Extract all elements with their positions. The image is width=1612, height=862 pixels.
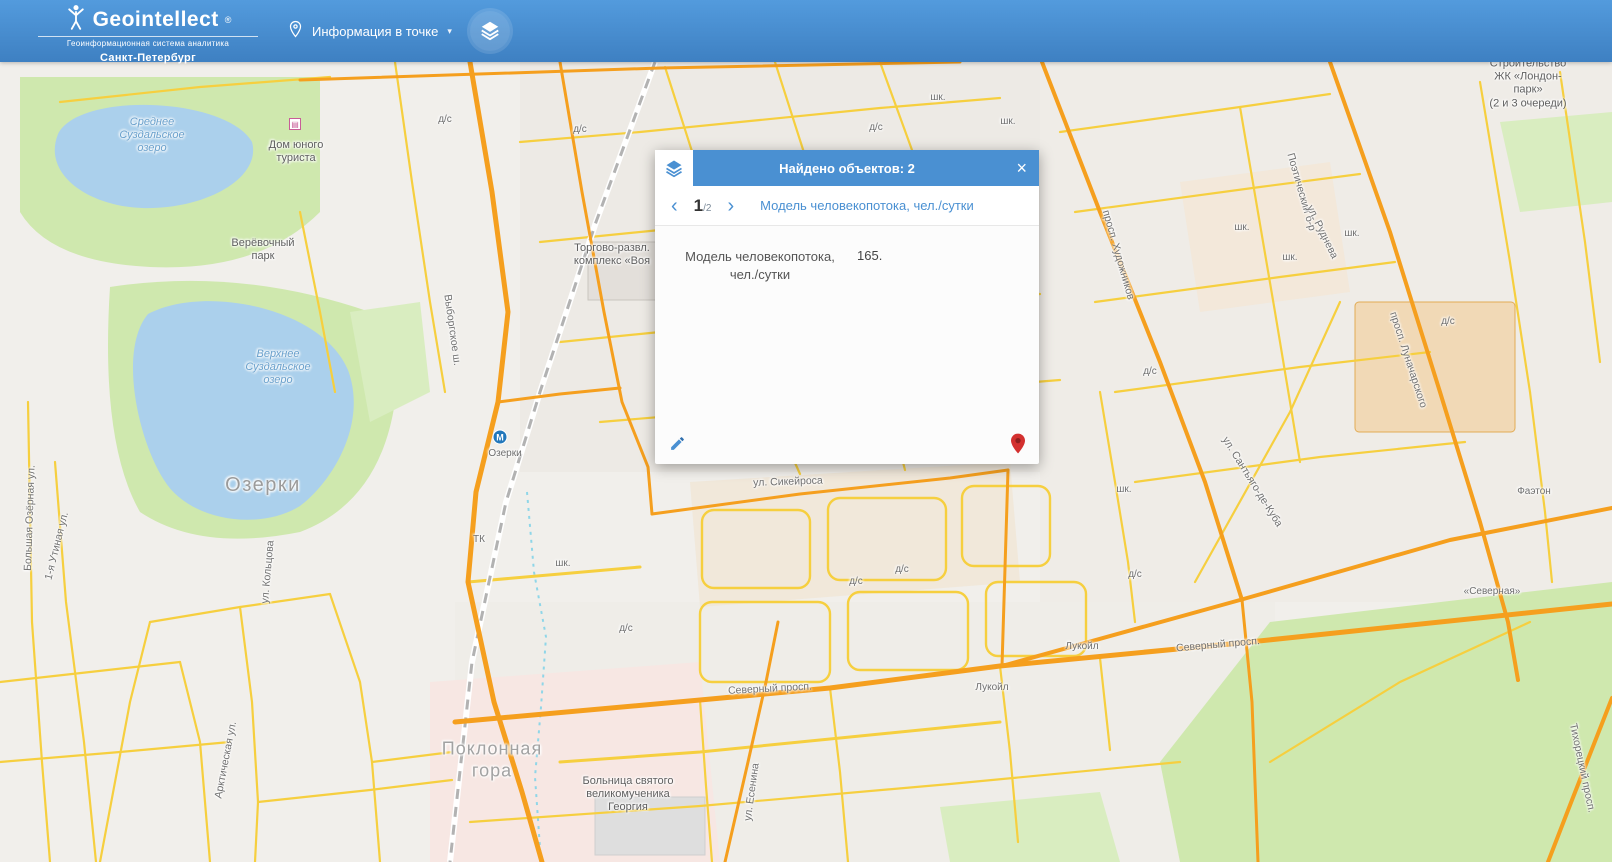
map-label: Северный просп. — [1176, 635, 1261, 655]
map-label: Озерки — [488, 448, 521, 460]
pencil-icon — [669, 435, 686, 455]
map-label: д/с — [619, 623, 633, 635]
marker-icon — [1011, 433, 1025, 457]
map-label: ул. Сикейроса — [753, 474, 823, 489]
map-label: Лукойл — [975, 682, 1008, 694]
tool-label: Информация в точке — [312, 24, 438, 39]
popup-pagination: ‹ 1/2 › Модель человекопотока, чел./сутк… — [655, 186, 1039, 226]
geointellect-app: Geointellect ® Геоинформационная система… — [0, 0, 1612, 862]
point-info-tool[interactable]: Информация в точке ▾ — [288, 0, 452, 62]
map-label: Выборгское ш. — [441, 294, 463, 367]
map-label: Строительство ЖК «Лондон-парк» (2 и 3 оч… — [1486, 62, 1570, 110]
map-label: Фаэтон — [1517, 486, 1551, 498]
popup-title: Найдено объектов: 2 — [655, 150, 1039, 186]
map-label: д/с — [438, 114, 452, 126]
map-label: ул. Сантьяго-де-Куба — [1219, 435, 1285, 530]
logo-text: Geointellect — [93, 8, 219, 32]
map-label: шк. — [555, 558, 570, 570]
map-label: д/с — [1143, 366, 1157, 378]
map-label: Тихорецкий просп. — [1566, 722, 1597, 814]
map-label: Лукойл — [1065, 641, 1098, 653]
map-label: Поклонная гора — [442, 738, 542, 781]
page-indicator: 1/2 — [694, 196, 712, 216]
map-label: Озерки — [225, 473, 301, 497]
map-label: д/с — [849, 576, 863, 588]
attribute-row: Модель человекопотока, чел./сутки 165. — [685, 248, 1009, 283]
map-label: ул. Руднева — [1304, 203, 1341, 261]
popup-titlebar: Найдено объектов: 2 × — [655, 150, 1039, 186]
layers-icon — [479, 19, 501, 44]
map-label: Торгово-развл. комплекс «Воя — [574, 242, 650, 268]
popup-body: Модель человекопотока, чел./сутки 165. — [655, 226, 1039, 426]
logo-person-icon — [65, 4, 87, 35]
map-label: шк. — [1344, 228, 1359, 240]
edit-button[interactable] — [667, 433, 688, 457]
map-label: д/с — [1128, 569, 1142, 581]
map-label: шк. — [1116, 484, 1131, 496]
map-label: Дом юного туриста — [269, 139, 324, 165]
map-label: Верхнее Суздальское озеро — [245, 348, 310, 388]
map-label: шк. — [1000, 116, 1015, 128]
map-label: Северный просп. — [728, 681, 812, 698]
map-label: Арктическая ул. — [212, 720, 239, 799]
map-label: ТК — [473, 534, 485, 546]
map-label: шк. — [1234, 222, 1249, 234]
map-label: Верёвочный парк — [231, 237, 294, 263]
logo-subtitle: Геоинформационная система аналитика — [38, 36, 258, 48]
map-label: 1-я Утиная ул. — [42, 511, 71, 582]
museum-icon: ▤ — [289, 118, 301, 130]
map[interactable]: Среднее Суздальское озеро Дом юного турис… — [0, 62, 1612, 862]
map-label: «Северная» — [1464, 586, 1521, 598]
attribute-label: Модель человекопотока, чел./сутки — [685, 248, 835, 283]
chevron-down-icon: ▾ — [447, 26, 452, 37]
logo: Geointellect ® Геоинформационная система… — [38, 4, 258, 64]
layers-button[interactable] — [470, 11, 510, 51]
next-page-button[interactable]: › — [725, 196, 736, 216]
map-label: Большая Озёрная ул. — [22, 465, 38, 571]
city-label: Санкт-Петербург — [38, 52, 258, 64]
attribute-link[interactable]: Модель человекопотока, чел./сутки — [760, 198, 974, 213]
map-label: шк. — [1282, 252, 1297, 264]
attribute-value: 165. — [857, 248, 882, 263]
map-label: Поэтический б-р — [1284, 152, 1318, 233]
map-pin-icon — [288, 19, 303, 44]
map-label: д/с — [573, 124, 587, 136]
map-label: просп. Луначарского — [1387, 310, 1430, 409]
map-label: Больница святого великомученика Георгия — [582, 775, 673, 815]
map-label: шк. — [930, 92, 945, 104]
popup-footer — [655, 426, 1039, 464]
map-label: д/с — [895, 564, 909, 576]
prev-page-button[interactable]: ‹ — [669, 196, 680, 216]
map-label: ул. Кольцова — [259, 540, 277, 604]
header: Geointellect ® Геоинформационная система… — [0, 0, 1612, 62]
registered-mark: ® — [225, 15, 232, 25]
map-label: ул. Есенина — [742, 762, 763, 821]
map-label: просп. Художников — [1099, 209, 1137, 301]
info-popup: Найдено объектов: 2 × ‹ 1/2 › Модель чел… — [655, 150, 1039, 464]
metro-station-icon: М — [493, 430, 508, 445]
close-icon[interactable]: × — [1012, 155, 1031, 181]
map-label: Среднее Суздальское озеро — [119, 116, 184, 156]
map-label: д/с — [869, 122, 883, 134]
map-label: д/с — [1441, 316, 1455, 328]
show-on-map-button[interactable] — [1009, 431, 1027, 459]
